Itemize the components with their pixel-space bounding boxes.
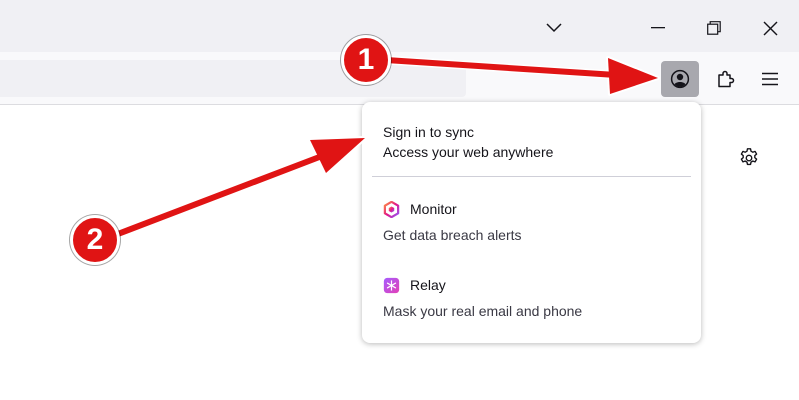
application-menu-button[interactable] xyxy=(751,61,789,97)
monitor-title: Monitor xyxy=(410,201,457,217)
sync-title: Sign in to sync xyxy=(383,124,475,140)
navigation-toolbar xyxy=(0,52,799,105)
minimize-icon xyxy=(651,27,665,29)
hamburger-menu-icon xyxy=(762,72,778,86)
account-icon xyxy=(670,69,690,89)
account-button[interactable] xyxy=(661,61,699,97)
monitor-item[interactable]: Monitor Get data breach alerts xyxy=(372,194,691,252)
relay-icon xyxy=(383,277,400,294)
close-button[interactable] xyxy=(750,8,790,48)
sync-subtitle: Access your web anywhere xyxy=(383,144,554,160)
relay-title: Relay xyxy=(410,277,446,293)
account-panel: Sign in to sync Access your web anywhere xyxy=(362,102,701,343)
extensions-button[interactable] xyxy=(707,61,745,97)
monitor-subtitle: Get data breach alerts xyxy=(383,227,522,243)
restore-button[interactable] xyxy=(694,8,734,48)
sign-in-to-sync-button[interactable]: Sign in to sync Access your web anywhere xyxy=(372,114,691,170)
relay-subtitle: Mask your real email and phone xyxy=(383,303,583,319)
address-bar[interactable] xyxy=(0,60,466,97)
relay-item[interactable]: Relay Mask your real email and phone xyxy=(372,270,691,328)
puzzle-icon xyxy=(718,70,735,88)
panel-divider xyxy=(372,176,691,177)
monitor-icon xyxy=(383,200,400,218)
list-all-tabs-button[interactable] xyxy=(534,8,574,48)
annotation-badge-2: 2 xyxy=(70,215,120,265)
minimize-button[interactable] xyxy=(638,8,678,48)
title-bar xyxy=(0,0,799,52)
close-icon xyxy=(763,21,777,35)
annotation-badge-1: 1 xyxy=(341,35,391,85)
chevron-down-icon xyxy=(546,23,562,33)
gear-icon xyxy=(740,148,758,166)
settings-button[interactable] xyxy=(736,145,762,171)
restore-icon xyxy=(707,21,721,35)
